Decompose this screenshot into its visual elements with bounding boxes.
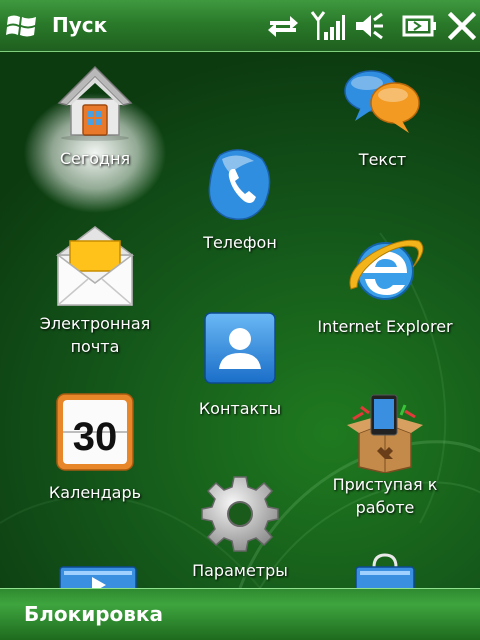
tile-label: Параметры <box>192 561 288 580</box>
signal-strength-icon[interactable] <box>310 10 346 42</box>
close-icon[interactable] <box>448 10 476 42</box>
tile-label: Электронная почта <box>39 314 151 356</box>
tile-label: Телефон <box>203 233 277 252</box>
tile-label: Календарь <box>48 483 142 502</box>
tile-calendar[interactable]: 30 Календарь <box>15 390 175 504</box>
tile-label: Текст <box>358 150 407 169</box>
lock-softkey[interactable]: Блокировка <box>24 602 163 626</box>
tile-today[interactable]: Сегодня <box>15 61 175 170</box>
title-bar: Пуск <box>0 0 480 52</box>
softkey-bar: Блокировка <box>0 588 480 640</box>
page-title: Пуск <box>52 13 108 37</box>
gear-icon <box>201 476 279 552</box>
tile-label: Internet Explorer <box>317 317 453 336</box>
tile-label: Сегодня <box>59 149 131 168</box>
windows-flag-icon[interactable] <box>6 12 38 40</box>
marketplace-bag-icon[interactable] <box>350 553 420 588</box>
contacts-icon <box>204 312 276 384</box>
internet-explorer-icon <box>349 239 424 300</box>
connectivity-arrows-icon[interactable] <box>266 10 300 42</box>
getting-started-box-icon <box>347 394 423 473</box>
envelope-icon <box>55 226 135 306</box>
start-menu-grid: Сегодня Текст Телефон Электронная почта … <box>0 53 480 588</box>
home-icon <box>57 65 133 141</box>
tile-contacts[interactable]: Контакты <box>160 311 320 420</box>
speaker-mute-icon[interactable] <box>354 10 384 42</box>
tile-getting-started[interactable]: Приступая к работе <box>305 393 465 519</box>
tile-label: Контакты <box>198 399 282 418</box>
tile-settings[interactable]: Параметры <box>160 473 320 582</box>
media-player-icon[interactable] <box>58 563 138 588</box>
tile-internet-explorer[interactable]: Internet Explorer <box>300 231 470 338</box>
battery-icon[interactable] <box>402 10 438 42</box>
phone-icon <box>208 149 271 220</box>
speech-bubbles-icon <box>343 70 420 133</box>
tile-text[interactable]: Текст <box>300 63 465 171</box>
calendar-day: 30 <box>73 415 118 459</box>
tile-phone[interactable]: Телефон <box>160 145 320 254</box>
calendar-icon: 30 <box>56 393 134 471</box>
tile-label: Приступая к работе <box>332 475 438 517</box>
tile-email[interactable]: Электронная почта <box>15 225 175 358</box>
